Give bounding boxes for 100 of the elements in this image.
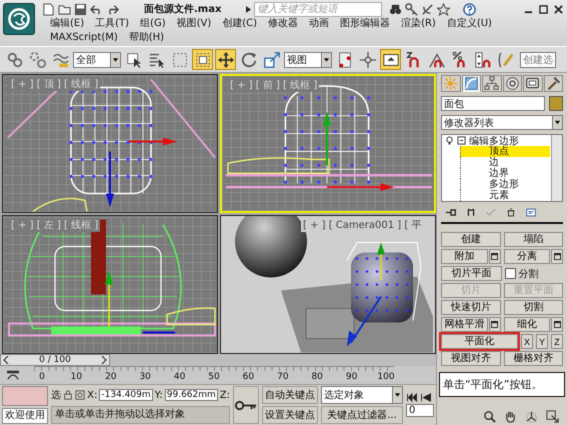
file-name: 面包源文件.max: [144, 2, 222, 16]
lightbulb-icon[interactable]: [445, 136, 454, 145]
open-folder-icon[interactable]: [58, 2, 71, 16]
modifier-list-dropdown[interactable]: 修改器列表: [441, 115, 563, 130]
trash-icon[interactable]: [505, 208, 517, 216]
panel-button[interactable]: 快速切片: [441, 300, 500, 315]
set-key-button[interactable]: 设置关键点: [262, 406, 318, 424]
menu-item[interactable]: 工具(T): [95, 18, 130, 30]
split-checkbox[interactable]: 分割: [504, 266, 563, 281]
panel-button[interactable]: 分离: [504, 249, 550, 264]
panel-button[interactable]: 切片平面: [441, 266, 502, 281]
panel-button[interactable]: 视图对齐: [441, 351, 500, 366]
menu-item[interactable]: 编辑(E): [50, 18, 84, 30]
redo-icon[interactable]: [106, 2, 119, 16]
new-file-icon[interactable]: [42, 2, 55, 16]
menu-item[interactable]: 创建(C): [222, 18, 258, 30]
menu-item[interactable]: 渲染(R): [401, 18, 436, 30]
sub-object-level-item[interactable]: 边: [460, 157, 550, 168]
panel-button[interactable]: 栅格对齐: [504, 351, 563, 366]
curve-editor-icon[interactable]: [6, 369, 20, 381]
menu-item[interactable]: MAXScript(M): [50, 32, 118, 44]
settings-icon[interactable]: [551, 249, 563, 264]
sub-object-level-item[interactable]: 边界: [460, 168, 550, 179]
previous-frame-icon[interactable]: [3, 356, 9, 364]
menu-item[interactable]: 修改器: [268, 18, 298, 30]
menu-item[interactable]: 自定义(U): [446, 18, 492, 30]
time-slider[interactable]: 0 / 100: [0, 354, 436, 366]
viewport-label[interactable]: [ + ] [ Camera001 ] [ 平: [301, 218, 424, 232]
axis-button[interactable]: Y: [536, 334, 548, 349]
frame-field[interactable]: 0: [406, 404, 434, 417]
time-slider-thumb[interactable]: 0 / 100: [0, 354, 110, 366]
panel-button[interactable]: 附加: [441, 249, 488, 264]
selection-filter-dropdown[interactable]: 全部: [73, 52, 121, 68]
menu-item[interactable]: 动画: [309, 18, 330, 30]
previous-key-icon[interactable]: [420, 393, 432, 402]
window-crossing-icon[interactable]: [192, 49, 213, 70]
panel-button[interactable]: 平面化: [441, 334, 518, 349]
motion-icon[interactable]: [502, 75, 522, 92]
frame-number: 10: [70, 372, 82, 382]
hand-icon[interactable]: [504, 410, 517, 423]
object-color-swatch[interactable]: [549, 96, 563, 111]
stack-scrollbar[interactable]: [551, 135, 562, 201]
lock-icon[interactable]: [63, 390, 74, 400]
settings-icon[interactable]: [488, 249, 500, 264]
axis-button[interactable]: Z: [551, 334, 563, 349]
named-selection-field[interactable]: 创建选: [520, 52, 556, 68]
pin-icon[interactable]: [445, 208, 457, 216]
crosshair-icon[interactable]: [75, 390, 86, 400]
unlink-icon[interactable]: [27, 49, 48, 70]
orbit-icon[interactable]: [525, 410, 538, 423]
settings-icon[interactable]: [488, 317, 500, 332]
undo-icon[interactable]: [90, 2, 103, 16]
checkmark-icon[interactable]: [485, 208, 497, 216]
x-coordinate-field[interactable]: -134.409m: [99, 389, 153, 401]
axis-button[interactable]: X: [521, 334, 533, 349]
selection-label: 选: [51, 388, 62, 402]
panel-button[interactable]: 网格平滑: [441, 317, 488, 332]
y-coordinate-field[interactable]: 99.662mm: [164, 389, 218, 401]
settings-icon[interactable]: [551, 317, 563, 332]
key-icon[interactable]: [233, 386, 259, 424]
help-icon[interactable]: [463, 2, 476, 16]
welcome-field[interactable]: 欢迎使用: [2, 408, 48, 424]
sub-object-level-item[interactable]: 多边形: [460, 179, 550, 190]
maximize-viewport-icon[interactable]: [546, 410, 559, 423]
auto-key-button[interactable]: 自动关键点: [262, 386, 318, 404]
app-logo-icon[interactable]: [3, 3, 35, 35]
viewport[interactable]: [ + ] [ Camera001 ] [ 平: [220, 215, 436, 354]
sub-object-level-item[interactable]: 元素: [460, 190, 550, 201]
key-filters-button[interactable]: 关键点过滤器...: [321, 406, 403, 424]
search-field[interactable]: 键入关键字或短语: [254, 2, 382, 16]
panel-button[interactable]: 塌陷: [504, 232, 563, 247]
key-mode-dropdown[interactable]: 选定对象: [321, 386, 403, 404]
scale-icon[interactable]: [261, 49, 282, 70]
maximize-icon[interactable]: [539, 4, 548, 14]
move-icon[interactable]: [215, 49, 236, 70]
manipulate-icon[interactable]: [357, 49, 378, 70]
binoculars-icon[interactable]: [389, 2, 402, 16]
menu-item[interactable]: 组(G): [140, 18, 166, 30]
menu-item[interactable]: 图形编辑器: [340, 18, 390, 30]
next-frame-icon[interactable]: [100, 356, 107, 364]
display-icon[interactable]: [523, 75, 542, 92]
panel-button[interactable]: 切割: [504, 300, 563, 315]
utilities-icon[interactable]: [544, 75, 563, 92]
panel-button[interactable]: 细化: [504, 317, 550, 332]
expand-arrow-icon[interactable]: [246, 6, 252, 12]
star-icon[interactable]: [437, 2, 450, 16]
collapse-icon[interactable]: [457, 136, 466, 145]
modify-icon[interactable]: [462, 75, 481, 92]
save-icon[interactable]: [74, 2, 87, 16]
object-name-field[interactable]: 面包: [441, 96, 545, 111]
zoom-icon[interactable]: [483, 410, 496, 423]
hierarchy-icon[interactable]: [482, 75, 502, 92]
key-icon[interactable]: [405, 2, 418, 16]
close-icon[interactable]: [554, 4, 563, 14]
coordinate-system-dropdown[interactable]: 视图: [284, 52, 332, 68]
panel-button[interactable]: 创建: [441, 232, 500, 247]
sub-object-level-item[interactable]: 顶点: [460, 146, 550, 157]
go-to-start-icon[interactable]: [406, 393, 418, 402]
menu-item[interactable]: 视图(V): [176, 18, 212, 30]
menu-item[interactable]: 帮助(H): [128, 32, 164, 44]
